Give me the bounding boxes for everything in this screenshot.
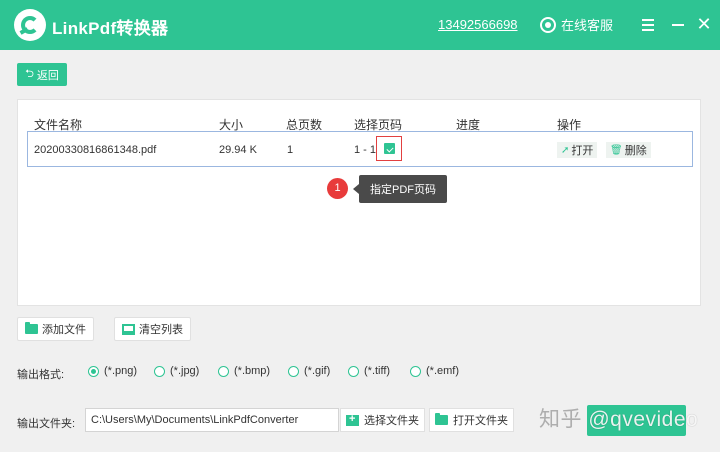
radio-gif[interactable]: (*.gif) (288, 365, 330, 377)
output-format-label: 输出格式: (17, 369, 65, 381)
add-file-button[interactable]: 添加文件 (17, 317, 94, 341)
add-folder-icon (346, 413, 359, 426)
trash-icon: 🗑 (610, 144, 623, 156)
radio-png[interactable]: (*.png) (88, 365, 137, 377)
app-title: LinkPdf转换器 (52, 19, 169, 38)
clear-list-button[interactable]: 清空列表 (114, 317, 191, 341)
open-arrow-icon: ➚ (561, 144, 570, 156)
open-file-button[interactable]: ➚ 打开 (557, 142, 598, 158)
watermark-left: 知乎 (539, 408, 582, 431)
radio-jpg-indicator (154, 365, 165, 377)
watermark-right: @qvevideo (588, 408, 699, 431)
add-file-label: 添加文件 (42, 324, 86, 336)
open-folder-button[interactable]: 打开文件夹 (429, 408, 514, 432)
radio-gif-label: (*.gif) (304, 365, 331, 377)
headset-icon (540, 16, 556, 33)
radio-bmp-label: (*.bmp) (234, 365, 271, 377)
delete-file-button[interactable]: 🗑 删除 (606, 142, 651, 158)
output-folder-label: 输出文件夹: (17, 418, 76, 430)
phone-number-link[interactable]: 13492566698 (438, 17, 518, 32)
clear-list-icon (122, 323, 135, 335)
radio-gif-indicator (288, 365, 299, 377)
close-icon[interactable]: ✕ (693, 12, 715, 36)
radio-jpg-label: (*.jpg) (170, 365, 200, 377)
radio-bmp[interactable]: (*.bmp) (218, 365, 270, 377)
open-folder-icon (435, 413, 448, 425)
delete-label: 删除 (624, 145, 647, 157)
back-label: 返回 (36, 69, 59, 82)
file-size-cell: 29.94 K (219, 144, 257, 156)
radio-emf[interactable]: (*.emf) (410, 365, 459, 377)
radio-jpg[interactable]: (*.jpg) (154, 365, 199, 377)
callout-number-badge: 1 (327, 178, 348, 199)
radio-png-indicator (88, 365, 99, 377)
open-folder-label: 打开文件夹 (453, 415, 508, 427)
online-service-label: 在线客服 (561, 18, 614, 33)
radio-emf-indicator (410, 365, 421, 377)
menu-icon[interactable] (637, 12, 659, 36)
title-bar: LinkPdf转换器 13492566698 在线客服 ✕ (0, 0, 720, 50)
page-range-cell: 1 - 1 (354, 144, 377, 156)
clear-list-label: 清空列表 (139, 324, 183, 336)
minimize-icon[interactable] (667, 12, 689, 36)
radio-emf-label: (*.emf) (426, 365, 459, 377)
radio-png-label: (*.png) (104, 365, 138, 377)
back-arrow-icon: ⮌ (25, 68, 34, 80)
total-pages-cell: 1 (287, 144, 294, 156)
add-folder-icon (25, 322, 38, 334)
edit-pages-icon (384, 143, 395, 154)
radio-tiff-label: (*.tiff) (364, 365, 391, 377)
radio-tiff[interactable]: (*.tiff) (348, 365, 390, 377)
back-button[interactable]: ⮌ 返回 (17, 63, 67, 86)
radio-tiff-indicator (348, 365, 359, 377)
choose-folder-button[interactable]: 选择文件夹 (340, 408, 425, 432)
output-folder-input[interactable] (85, 408, 339, 432)
radio-bmp-indicator (218, 365, 229, 377)
choose-folder-label: 选择文件夹 (364, 415, 419, 427)
watermark: 知乎 @qvevideo (539, 403, 698, 433)
file-name-cell: 20200330816861348.pdf (34, 144, 157, 156)
select-pages-button[interactable] (376, 136, 402, 161)
callout-tooltip: 指定PDF页码 (353, 175, 447, 203)
app-logo-icon (14, 9, 46, 41)
open-label: 打开 (571, 145, 594, 157)
online-service-button[interactable]: 在线客服 (540, 15, 613, 34)
